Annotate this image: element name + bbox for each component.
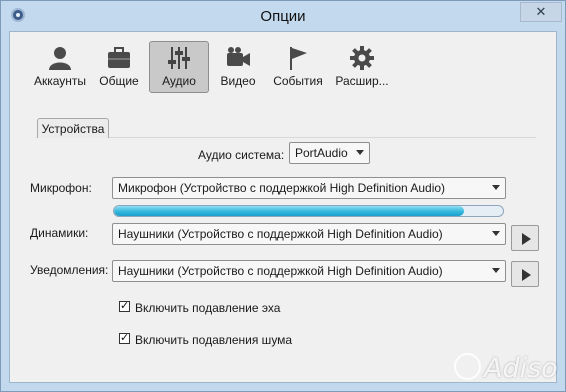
category-toolbar: Аккаунты Общие Аудио Видео События Расши…	[10, 32, 556, 98]
tab-divider	[36, 137, 536, 138]
tab-advanced-label: Расшир...	[335, 74, 389, 88]
microphone-level-meter	[113, 205, 504, 217]
options-window: Опции ✕ Аккаунты Общие Аудио Видео Событ…	[0, 0, 566, 392]
dialog-client-area: Аккаунты Общие Аудио Видео События Расши…	[9, 31, 557, 383]
tab-video[interactable]: Видео	[211, 42, 265, 93]
video-camera-icon	[227, 47, 250, 66]
tab-events[interactable]: События	[268, 42, 328, 93]
notifications-test-button[interactable]	[511, 261, 539, 287]
noise-suppression-checkbox[interactable]: ✓	[119, 333, 130, 344]
play-icon	[522, 269, 531, 281]
chevron-down-icon	[492, 268, 500, 273]
audio-system-label: Аудио система:	[198, 148, 285, 162]
tab-events-label: События	[273, 74, 323, 88]
tab-accounts-label: Аккаунты	[33, 74, 87, 88]
microphone-select[interactable]: Микрофон (Устройство с поддержкой High D…	[112, 177, 506, 199]
tab-audio-label: Аудио	[162, 74, 196, 88]
gear-icon	[350, 46, 374, 70]
watermark-icon	[454, 353, 481, 380]
audio-system-value: PortAudio	[295, 146, 348, 160]
notifications-value: Наушники (Устройство с поддержкой High D…	[118, 264, 443, 278]
play-icon	[522, 233, 531, 245]
chevron-down-icon	[356, 150, 364, 155]
audio-system-select[interactable]: PortAudio	[289, 142, 370, 164]
echo-cancellation-label: Включить подавление эха	[135, 301, 281, 315]
tab-audio[interactable]: Аудио	[149, 41, 209, 93]
tab-accounts[interactable]: Аккаунты	[30, 42, 90, 93]
noise-suppression-label: Включить подавления шума	[135, 333, 293, 347]
window-title: Опции	[260, 8, 306, 25]
echo-cancellation-checkbox[interactable]: ✓	[119, 301, 130, 312]
briefcase-icon	[108, 47, 130, 68]
speakers-label: Динамики:	[30, 226, 89, 240]
speakers-test-button[interactable]	[511, 225, 539, 251]
tab-general[interactable]: Общие	[93, 42, 145, 93]
close-button[interactable]: ✕	[520, 2, 562, 22]
tab-devices-label: Устройства	[41, 122, 105, 136]
tab-advanced[interactable]: Расшир...	[330, 42, 394, 93]
sliders-icon	[168, 47, 190, 69]
watermark-text: Adiso	[484, 353, 558, 384]
tab-general-label: Общие	[99, 74, 139, 88]
microphone-level-fill	[114, 206, 465, 216]
microphone-label: Микрофон:	[30, 181, 92, 195]
chevron-down-icon	[492, 185, 500, 190]
speakers-select[interactable]: Наушники (Устройство с поддержкой High D…	[112, 223, 506, 245]
checkmark-icon: ✓	[120, 332, 130, 344]
microphone-value: Микрофон (Устройство с поддержкой High D…	[118, 181, 446, 195]
tab-video-label: Видео	[220, 74, 256, 88]
notifications-label: Уведомления:	[30, 263, 109, 277]
tab-devices[interactable]: Устройства	[37, 118, 109, 138]
chevron-down-icon	[492, 231, 500, 236]
user-icon	[49, 47, 71, 70]
flag-icon	[290, 47, 307, 70]
close-icon: ✕	[535, 4, 547, 19]
checkmark-icon: ✓	[120, 300, 130, 312]
notifications-select[interactable]: Наушники (Устройство с поддержкой High D…	[112, 260, 506, 282]
speakers-value: Наушники (Устройство с поддержкой High D…	[118, 227, 443, 241]
title-bar: Опции ✕	[1, 1, 565, 31]
